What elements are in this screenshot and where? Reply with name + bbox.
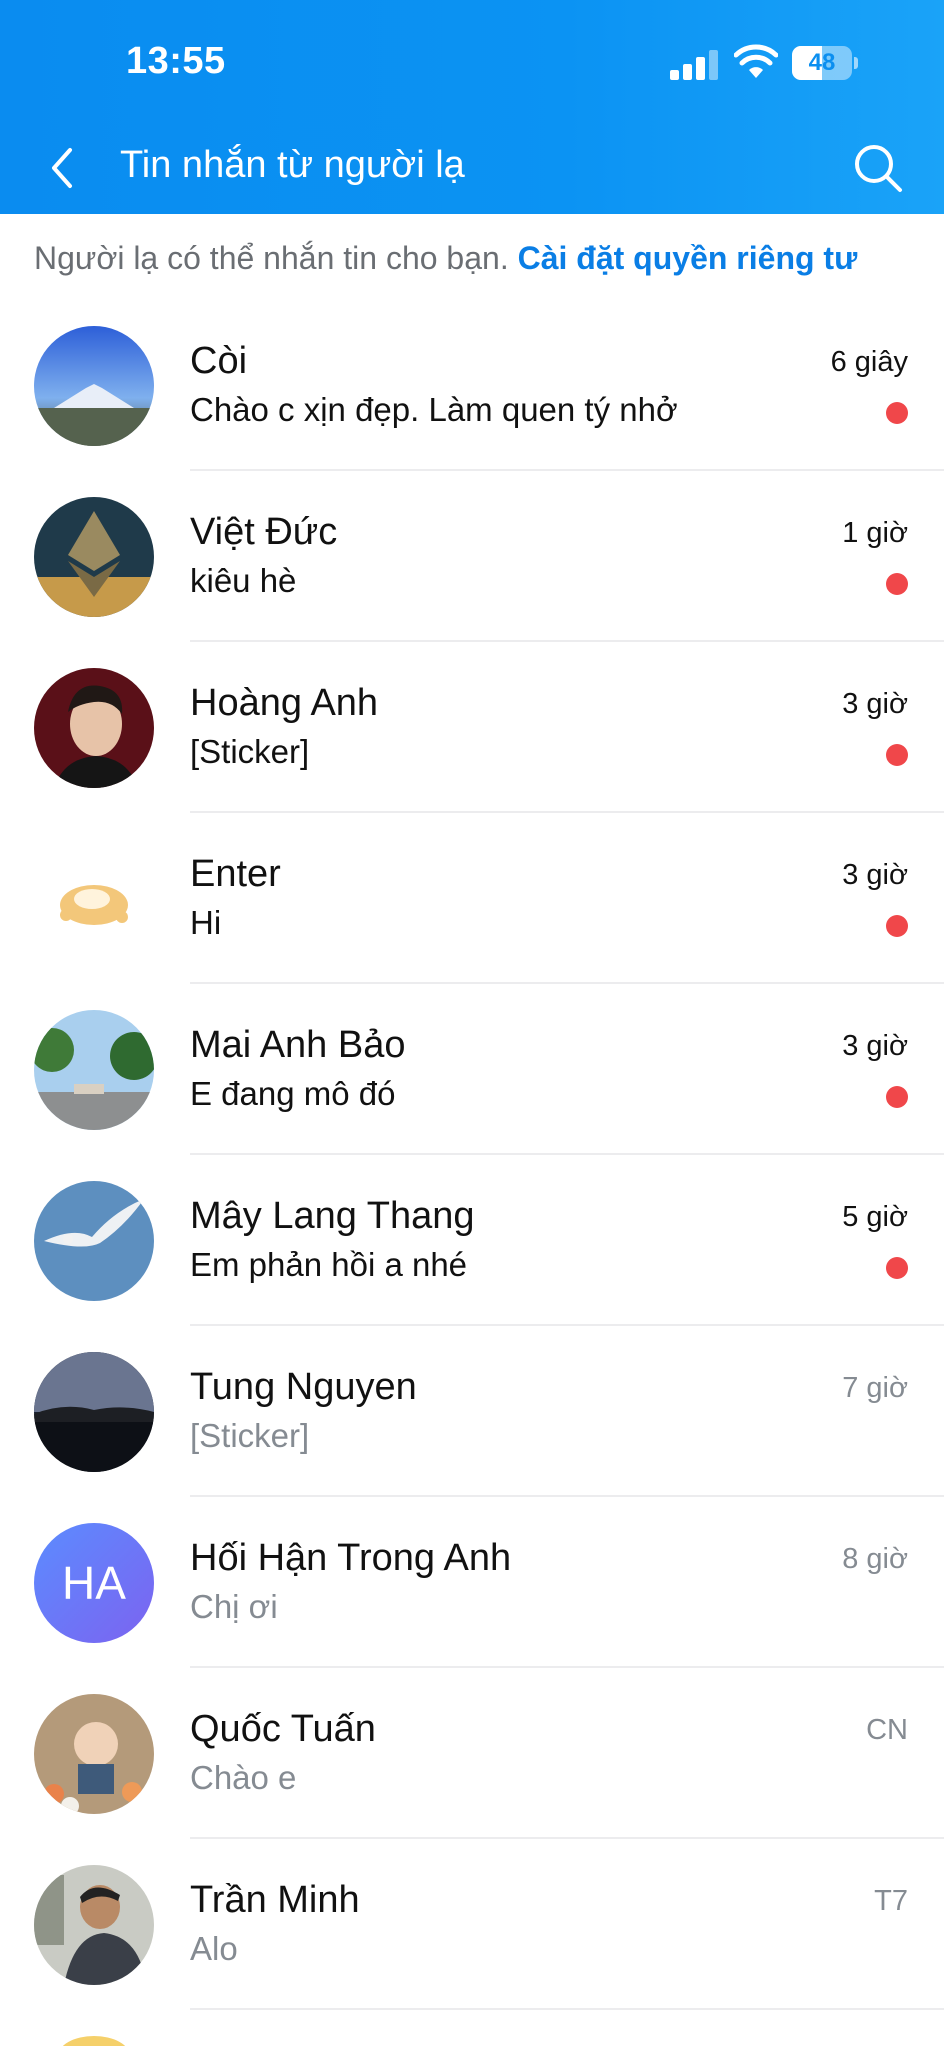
avatar [34, 1352, 154, 1472]
message-preview: E đang mô đó [190, 1075, 396, 1112]
avatar [58, 2036, 130, 2046]
message-item[interactable]: Còi Chào c xịn đẹp. Làm quen tý nhở 6 gi… [0, 300, 944, 471]
message-preview: kiêu hè [190, 562, 297, 599]
avatar [34, 1010, 154, 1130]
avatar [34, 326, 154, 446]
stranger-message-list: Còi Chào c xịn đẹp. Làm quen tý nhở 6 gi… [0, 300, 944, 2010]
cellular-signal-icon [670, 48, 720, 80]
avatar [34, 1694, 154, 1814]
message-time: 1 giờ [842, 517, 908, 549]
status-time: 13:55 [126, 40, 226, 82]
message-time: 3 giờ [842, 859, 908, 891]
battery-level: 48 [808, 49, 836, 76]
contact-name: Enter [190, 853, 281, 895]
message-item[interactable]: Enter Hi 3 giờ [0, 813, 944, 984]
avatar [34, 839, 154, 959]
message-time: 6 giây [830, 346, 908, 378]
message-time: 8 giờ [842, 1543, 908, 1575]
unread-dot [886, 1257, 908, 1279]
message-preview: Chị ơi [190, 1588, 278, 1625]
avatar [34, 668, 154, 788]
message-preview: [Sticker] [190, 1417, 310, 1454]
message-time: 3 giờ [842, 688, 908, 720]
message-preview: Alo [190, 1930, 238, 1967]
contact-name: Còi [190, 340, 248, 382]
message-item[interactable]: Mây Lang Thang Em phản hồi a nhé 5 giờ [0, 1155, 944, 1326]
avatar-initials: HA [34, 1523, 154, 1643]
message-preview: Hi [190, 904, 222, 941]
message-item[interactable]: Việt Đức kiêu hè 1 giờ [0, 471, 944, 642]
divider [190, 2008, 944, 2010]
avatar [34, 1865, 154, 1985]
contact-name: Tung Nguyen [190, 1366, 417, 1408]
message-preview: Em phản hồi a nhé [190, 1246, 468, 1283]
app-header: 13:55 48 Tin nhắn từ người lạ [0, 0, 944, 214]
contact-name: Hối Hận Trong Anh [190, 1537, 512, 1579]
message-time: 7 giờ [842, 1372, 908, 1404]
contact-name: Hoàng Anh [190, 682, 379, 724]
contact-name: Quốc Tuấn [190, 1708, 376, 1750]
privacy-settings-link[interactable]: Cài đặt quyền riêng tư [518, 240, 858, 276]
page-title: Tin nhắn từ người lạ [120, 144, 465, 186]
unread-dot [886, 1086, 908, 1108]
search-icon[interactable] [852, 142, 904, 194]
message-time: CN [866, 1714, 908, 1746]
contact-name: Trần Minh [190, 1879, 360, 1921]
unread-dot [886, 744, 908, 766]
message-time: 3 giờ [842, 1030, 908, 1062]
chevron-left-icon[interactable] [44, 144, 80, 192]
avatar [34, 497, 154, 617]
avatar [34, 1181, 154, 1301]
wifi-icon [734, 44, 778, 78]
message-preview: Chào e [190, 1759, 297, 1796]
message-item[interactable]: HA Hối Hận Trong Anh Chị ơi 8 giờ [0, 1497, 944, 1668]
message-preview: [Sticker] [190, 733, 310, 770]
unread-dot [886, 915, 908, 937]
message-item[interactable]: Quốc Tuấn Chào e CN [0, 1668, 944, 1839]
message-item[interactable]: Hoàng Anh [Sticker] 3 giờ [0, 642, 944, 813]
message-preview: Chào c xịn đẹp. Làm quen tý nhở [190, 391, 678, 428]
message-time: 5 giờ [842, 1201, 908, 1233]
message-item[interactable]: Tung Nguyen [Sticker] 7 giờ [0, 1326, 944, 1497]
message-item[interactable]: Mai Anh Bảo E đang mô đó 3 giờ [0, 984, 944, 1155]
message-item[interactable]: Trần Minh Alo T7 [0, 1839, 944, 2010]
unread-dot [886, 402, 908, 424]
contact-name: Việt Đức [190, 511, 338, 553]
privacy-notice: Người lạ có thể nhắn tin cho bạn. Cài đặ… [34, 240, 857, 277]
contact-name: Mai Anh Bảo [190, 1024, 406, 1066]
unread-dot [886, 573, 908, 595]
message-time: T7 [874, 1885, 908, 1917]
contact-name: Mây Lang Thang [190, 1195, 475, 1237]
privacy-notice-text: Người lạ có thể nhắn tin cho bạn. [34, 240, 509, 276]
battery-icon: 48 [792, 46, 858, 80]
